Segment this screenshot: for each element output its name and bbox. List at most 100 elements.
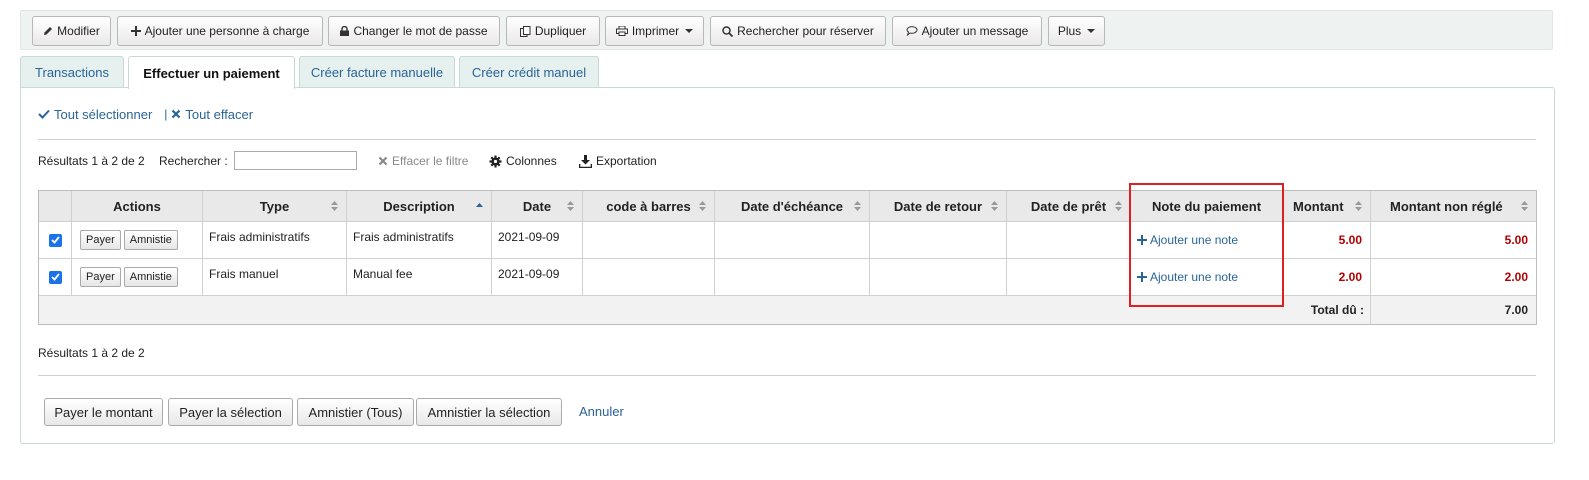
modify-button[interactable]: Modifier bbox=[32, 16, 111, 46]
column-header-actions: Actions bbox=[72, 191, 203, 222]
column-header-checkout-date[interactable]: Date de prêt bbox=[1007, 191, 1131, 222]
column-header-outstanding[interactable]: Montant non réglé bbox=[1371, 191, 1536, 222]
times-icon bbox=[172, 109, 181, 119]
table-row-1-barcode bbox=[583, 222, 715, 259]
column-header-type[interactable]: Type bbox=[203, 191, 347, 222]
add-dependent-button[interactable]: Ajouter une personne à charge bbox=[117, 16, 323, 46]
table-row-2-payment-note: Ajouter une note bbox=[1131, 259, 1283, 296]
results-info-top: Résultats 1 à 2 de 2 bbox=[38, 154, 145, 168]
sort-icon bbox=[567, 201, 574, 211]
duplicate-button[interactable]: Dupliquer bbox=[506, 16, 600, 46]
table-row-2-outstanding: 2.00 bbox=[1371, 259, 1536, 296]
divider bbox=[38, 375, 1536, 376]
table-row-1-return-date bbox=[870, 222, 1007, 259]
column-header-due-date[interactable]: Date d'échéance bbox=[715, 191, 870, 222]
plus-icon bbox=[1137, 235, 1147, 245]
pay-row-button[interactable]: Payer bbox=[80, 267, 121, 287]
printer-icon bbox=[615, 26, 628, 36]
search-label: Rechercher : bbox=[159, 154, 228, 168]
select-column-header bbox=[39, 191, 72, 222]
writeoff-row-button[interactable]: Amnistie bbox=[123, 230, 178, 250]
table-row-2-actions: Payer Amnistie bbox=[72, 259, 203, 296]
column-header-description[interactable]: Description bbox=[347, 191, 492, 222]
writeoff-all-button[interactable]: Amnistier (Tous) bbox=[297, 398, 414, 426]
selection-separator: | bbox=[164, 107, 168, 121]
table-row-1-due-date bbox=[715, 222, 870, 259]
export-button[interactable]: Exportation bbox=[579, 150, 657, 172]
table-row-1-payment-note: Ajouter une note bbox=[1131, 222, 1283, 259]
search-input[interactable] bbox=[234, 151, 357, 170]
table-row-2-select[interactable] bbox=[39, 259, 72, 296]
check-icon bbox=[50, 236, 60, 244]
search-icon bbox=[722, 25, 734, 37]
clear-filter-button[interactable]: Effacer le filtre bbox=[378, 150, 468, 172]
download-icon bbox=[579, 154, 592, 168]
copy-icon bbox=[519, 25, 531, 37]
plus-icon bbox=[130, 26, 141, 36]
sort-icon bbox=[1521, 201, 1528, 211]
more-dropdown-button[interactable]: Plus bbox=[1048, 16, 1105, 46]
table-row-2-amount: 2.00 bbox=[1283, 259, 1371, 296]
chevron-down-icon bbox=[685, 29, 694, 33]
lock-icon bbox=[340, 26, 350, 36]
table-row-2-barcode bbox=[583, 259, 715, 296]
tab-create-manual-credit[interactable]: Créer crédit manuel bbox=[459, 56, 599, 88]
results-info-bottom: Résultats 1 à 2 de 2 bbox=[38, 346, 145, 360]
pay-amount-button[interactable]: Payer le montant bbox=[44, 398, 163, 426]
selection-links: Tout sélectionner | Tout effacer bbox=[38, 106, 253, 122]
search-to-hold-button[interactable]: Rechercher pour réserver bbox=[710, 16, 886, 46]
checkbox-checked[interactable] bbox=[48, 270, 62, 284]
table-row-1-actions: Payer Amnistie bbox=[72, 222, 203, 259]
clear-all-link[interactable]: Tout effacer bbox=[185, 107, 253, 122]
print-dropdown-button[interactable]: Imprimer bbox=[605, 16, 704, 46]
pencil-icon bbox=[44, 27, 53, 35]
pay-selected-button[interactable]: Payer la sélection bbox=[168, 398, 293, 426]
fees-table: Actions Type Description Date code à bar… bbox=[38, 190, 1537, 325]
table-row-1-date: 2021-09-09 bbox=[492, 222, 583, 259]
add-note-link[interactable]: Ajouter une note bbox=[1137, 270, 1238, 284]
sort-icon bbox=[1355, 201, 1362, 211]
select-all-link[interactable]: Tout sélectionner bbox=[54, 107, 152, 122]
pay-row-button[interactable]: Payer bbox=[80, 230, 121, 250]
table-row-1-description: Frais administratifs bbox=[347, 222, 492, 259]
column-header-amount[interactable]: Montant bbox=[1283, 191, 1371, 222]
add-note-link[interactable]: Ajouter une note bbox=[1137, 233, 1238, 247]
sort-icon bbox=[1115, 201, 1122, 211]
chevron-down-icon bbox=[1087, 29, 1096, 33]
writeoff-selected-button[interactable]: Amnistier la sélection bbox=[416, 398, 562, 426]
tab-make-payment[interactable]: Effectuer un paiement bbox=[128, 56, 295, 89]
check-icon bbox=[50, 273, 60, 281]
sort-icon bbox=[699, 201, 706, 211]
column-header-barcode[interactable]: code à barres bbox=[583, 191, 715, 222]
total-due-value: 7.00 bbox=[1371, 296, 1536, 324]
table-row-2-date: 2021-09-09 bbox=[492, 259, 583, 296]
cancel-link[interactable]: Annuler bbox=[579, 404, 624, 419]
table-row-1-amount: 5.00 bbox=[1283, 222, 1371, 259]
table-row-2-type: Frais manuel bbox=[203, 259, 347, 296]
table-row-1-select[interactable] bbox=[39, 222, 72, 259]
tab-create-manual-invoice[interactable]: Créer facture manuelle bbox=[299, 56, 455, 88]
plus-icon bbox=[1137, 272, 1147, 282]
sort-icon bbox=[991, 201, 998, 211]
times-icon bbox=[378, 156, 388, 166]
column-header-return-date[interactable]: Date de retour bbox=[870, 191, 1007, 222]
table-row-2-return-date bbox=[870, 259, 1007, 296]
tab-transactions[interactable]: Transactions bbox=[20, 56, 124, 88]
table-row-1-checkout-date bbox=[1007, 222, 1131, 259]
table-row-1-type: Frais administratifs bbox=[203, 222, 347, 259]
writeoff-row-button[interactable]: Amnistie bbox=[123, 267, 178, 287]
column-header-payment-note: Note du paiement bbox=[1131, 191, 1283, 222]
check-icon bbox=[38, 109, 50, 119]
checkbox-checked[interactable] bbox=[48, 233, 62, 247]
gear-icon bbox=[489, 155, 502, 167]
comment-icon bbox=[906, 26, 918, 36]
change-password-button[interactable]: Changer le mot de passe bbox=[328, 16, 500, 46]
patient-toolbar: Modifier Ajouter une personne à charge C… bbox=[20, 10, 1553, 50]
column-header-date[interactable]: Date bbox=[492, 191, 583, 222]
table-filter-bar: Résultats 1 à 2 de 2 Rechercher : Efface… bbox=[38, 150, 738, 172]
sort-ascending-icon bbox=[476, 203, 483, 207]
table-row-2-description: Manual fee bbox=[347, 259, 492, 296]
columns-button[interactable]: Colonnes bbox=[489, 150, 557, 172]
sort-icon bbox=[854, 201, 861, 211]
add-message-button[interactable]: Ajouter un message bbox=[892, 16, 1042, 46]
